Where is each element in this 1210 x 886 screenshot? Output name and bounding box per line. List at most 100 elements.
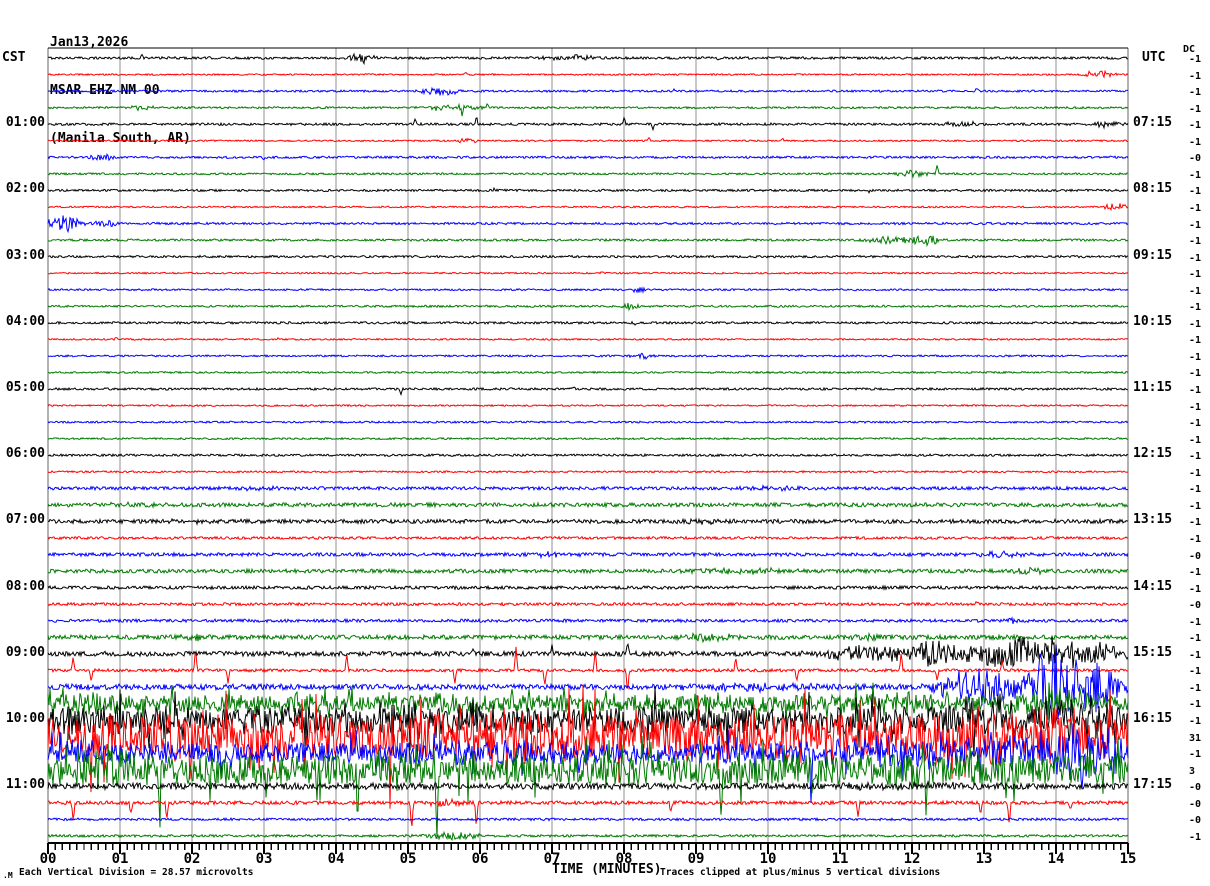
x-tick-label: 00 (39, 851, 57, 867)
dc-offset-value: -1 (1189, 186, 1202, 198)
trace-0745-cst (47, 566, 1128, 576)
watermark-mark: .M (3, 871, 13, 880)
utc-hour-label: 07:15 (1133, 115, 1173, 131)
trace-1115-cst (48, 797, 1129, 826)
dc-offset-value: -1 (1189, 169, 1202, 181)
cst-hour-label: 06:00 (5, 446, 45, 462)
dc-offset-value: -1 (1189, 749, 1202, 761)
trace-0215-cst (47, 202, 1129, 212)
dc-offset-value: -1 (1189, 517, 1202, 529)
x-tick-label: 01 (111, 851, 129, 867)
seismic-traces (47, 52, 1129, 841)
dc-offset-value: -1 (1189, 302, 1202, 314)
trace-0100-cst (47, 116, 1129, 132)
scale-note: Each Vertical Division = 28.57 microvolt… (19, 867, 254, 878)
x-axis-title: TIME (MINUTES) (552, 862, 662, 877)
trace-0615-cst (47, 469, 1129, 474)
cst-hour-label: 09:00 (5, 644, 45, 660)
dc-offset-value: -1 (1189, 699, 1202, 711)
dc-offset-value: -0 (1189, 815, 1202, 827)
dc-offset-value: -1 (1189, 616, 1202, 628)
utc-hour-label: 17:15 (1133, 777, 1173, 793)
dc-offset-value: -1 (1189, 451, 1202, 463)
helicorder-screen: Jan13,2026 MSAR EHZ NM 00 (Manila South,… (0, 0, 1210, 886)
dc-offset-value: -1 (1189, 434, 1202, 446)
trace-1145-cst (47, 830, 1129, 841)
trace-0815-cst (47, 600, 1129, 607)
trace-0130-cst (47, 153, 1129, 162)
dc-offset-value: -0 (1189, 600, 1202, 612)
dc-offset-value: -0 (1189, 798, 1202, 810)
trace-0400-cst (47, 320, 1129, 326)
utc-hour-label: 13:15 (1133, 512, 1173, 528)
dc-offset-value: -1 (1189, 236, 1202, 248)
trace-0200-cst (47, 186, 1129, 195)
dc-offset-value: -1 (1189, 418, 1202, 430)
utc-hour-label: 12:15 (1133, 446, 1173, 462)
dc-offset-value: -1 (1189, 500, 1202, 512)
trace-1130-cst (47, 816, 1128, 822)
trace-0830-cst (47, 616, 1129, 625)
trace-0500-cst (47, 386, 1129, 397)
dc-offset-value: -1 (1189, 831, 1202, 843)
trace-0430-cst (47, 352, 1129, 361)
x-tick-label: 04 (327, 851, 345, 867)
cst-hour-label: 04:00 (5, 313, 45, 329)
trace-0800-cst (47, 584, 1129, 591)
utc-hour-label: 15:15 (1133, 644, 1173, 660)
utc-hour-label: 11:15 (1133, 380, 1173, 395)
trace-0845-cst (47, 631, 1129, 644)
trace-0730-cst (47, 549, 1129, 560)
dc-offset-value: -1 (1189, 136, 1202, 148)
dc-offset-value: -1 (1189, 202, 1202, 214)
dc-offset-value: -0 (1189, 153, 1202, 165)
utc-hour-label: 09:15 (1133, 247, 1173, 263)
trace-0515-cst (47, 403, 1129, 408)
dc-offset-value: -1 (1189, 120, 1202, 132)
dc-offset-value: -1 (1189, 103, 1202, 115)
trace-0345-cst (47, 302, 1129, 312)
dc-offset-value: -1 (1189, 70, 1202, 82)
x-tick-label: 02 (183, 851, 201, 867)
x-tick-label: 03 (255, 851, 273, 867)
x-tick-label: 13 (975, 851, 993, 867)
cst-hour-label: 01:00 (5, 115, 45, 131)
dc-offset-value: -1 (1189, 87, 1202, 99)
dc-offset-value: -1 (1189, 716, 1202, 727)
trace-0630-cst (47, 483, 1129, 492)
dc-offset-value: -1 (1189, 252, 1202, 264)
dc-offset-value: 31 (1189, 732, 1202, 744)
dc-offset-value: -1 (1189, 666, 1202, 678)
cst-hour-label: 03:00 (5, 247, 45, 263)
dc-offset-value: -1 (1189, 467, 1202, 479)
trace-0600-cst (47, 452, 1129, 458)
dc-offset-value: -1 (1189, 649, 1202, 661)
grid-lines (47, 47, 1129, 854)
dc-offset-value: -1 (1189, 633, 1202, 645)
trace-0145-cst (47, 165, 1129, 179)
utc-hour-label: 08:15 (1133, 181, 1173, 197)
trace-0545-cst (47, 436, 1129, 441)
trace-0000-cst (47, 52, 1129, 66)
trace-0445-cst (48, 370, 1129, 375)
x-tick-label: 14 (1047, 851, 1065, 867)
dc-offset-value: 3 (1189, 765, 1196, 777)
dc-offset-value: -1 (1189, 219, 1202, 231)
trace-0530-cst (47, 420, 1129, 424)
trace-0315-cst (47, 271, 1129, 275)
trace-0700-cst (47, 517, 1129, 526)
utc-hour-label: 14:15 (1133, 578, 1173, 594)
helicorder-plot (47, 47, 1129, 854)
dc-offset-value: -0 (1189, 782, 1202, 794)
dc-offset-value: -1 (1189, 484, 1202, 496)
x-tick-label: 06 (471, 851, 489, 867)
trace-0030-cst (47, 86, 1129, 97)
x-tick-label: 15 (1119, 851, 1137, 867)
dc-offset-value: -1 (1189, 682, 1202, 694)
dc-offset-value: -1 (1189, 583, 1202, 595)
cst-hour-label: 08:00 (5, 578, 45, 594)
cst-hour-label: 10:00 (5, 711, 45, 726)
cst-hour-label: 02:00 (5, 181, 45, 197)
dc-offset-value: -1 (1189, 385, 1202, 396)
dc-offset-value: -1 (1189, 335, 1202, 347)
